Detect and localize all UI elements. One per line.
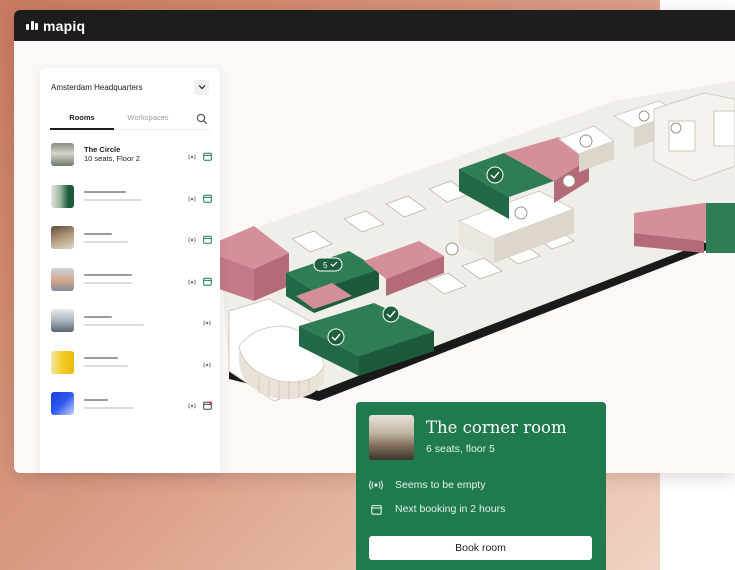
placeholder-title <box>84 398 108 401</box>
sensor-icon <box>369 478 383 492</box>
location-name: Amsterdam Headquarters <box>51 82 143 92</box>
placeholder-subtitle <box>84 365 128 368</box>
tab-rooms[interactable]: Rooms <box>50 106 114 130</box>
placeholder-title <box>84 191 126 194</box>
list-item[interactable] <box>40 176 220 218</box>
room-capacity: 6 seats, floor 5 <box>426 443 495 455</box>
room-thumbnail <box>51 267 74 291</box>
sensor-icon <box>202 356 212 374</box>
room-thumbnail <box>51 350 74 374</box>
room-name: The Circle <box>84 145 121 155</box>
sensor-icon <box>187 273 197 291</box>
room-thumbnail <box>51 309 74 333</box>
room-thumbnail <box>51 392 74 416</box>
sensor-icon <box>187 148 197 166</box>
placeholder-subtitle <box>84 240 128 243</box>
room-sidebar: Amsterdam Headquarters Rooms Workspaces … <box>40 68 220 473</box>
book-room-button[interactable]: Book room <box>369 536 592 560</box>
placeholder-subtitle <box>84 282 132 285</box>
placeholder-title <box>84 315 112 318</box>
status-row: Seems to be empty <box>369 478 485 492</box>
facility-marker <box>562 174 576 188</box>
occupancy-status: Seems to be empty <box>395 479 486 491</box>
room-detail-card: The corner room 6 seats, floor 5 Seems t… <box>356 402 606 570</box>
room-badge-count: 5 <box>323 261 328 270</box>
room-details: 10 seats, Floor 2 <box>84 154 140 164</box>
list-item[interactable]: The Circle 10 seats, Floor 2 <box>40 134 220 176</box>
calendar-icon <box>203 148 212 166</box>
next-booking: Next booking in 2 hours <box>395 503 506 515</box>
list-item[interactable] <box>40 300 220 342</box>
facility-marker <box>445 242 459 256</box>
placeholder-title <box>84 232 112 235</box>
location-selector[interactable]: Amsterdam Headquarters <box>40 70 220 104</box>
booking-row: Next booking in 2 hours <box>369 502 505 516</box>
list-item[interactable] <box>40 383 220 425</box>
sidebar-tabs: Rooms Workspaces <box>50 106 210 130</box>
calendar-icon <box>203 273 212 291</box>
calendar-icon <box>369 502 383 516</box>
logo-icon <box>26 21 38 30</box>
sensor-icon <box>187 190 197 208</box>
placeholder-subtitle <box>84 323 144 326</box>
list-item[interactable] <box>40 259 220 301</box>
room-title: The corner room <box>426 418 567 437</box>
placeholder-title <box>84 357 118 360</box>
room-thumbnail <box>51 143 74 167</box>
calendar-icon <box>203 190 212 208</box>
sensor-icon <box>187 231 197 249</box>
tab-workspaces[interactable]: Workspaces <box>116 106 180 130</box>
room-photo <box>369 415 414 460</box>
list-item[interactable] <box>40 217 220 259</box>
search-icon[interactable] <box>196 112 208 125</box>
top-bar: mapiq <box>14 10 735 41</box>
list-item[interactable] <box>40 342 220 384</box>
room-thumbnail <box>51 184 74 208</box>
calendar-icon <box>203 231 212 249</box>
placeholder-title <box>84 274 132 277</box>
chevron-down-icon[interactable] <box>194 79 209 95</box>
calendar-busy-icon <box>203 397 212 415</box>
logo-text: mapiq <box>43 17 86 34</box>
placeholder-subtitle <box>84 406 134 409</box>
room-thumbnail <box>51 226 74 250</box>
sensor-icon <box>202 314 212 332</box>
sensor-icon <box>187 397 197 415</box>
room-list: The Circle 10 seats, Floor 2 <box>40 134 220 425</box>
placeholder-subtitle <box>84 199 142 202</box>
